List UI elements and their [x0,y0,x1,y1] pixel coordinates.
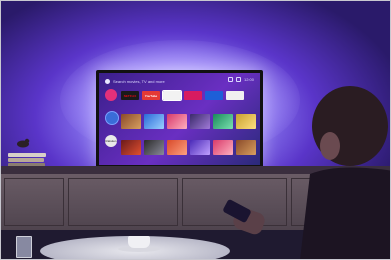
tv-clock: 12:00 [243,77,254,82]
book-stack [8,152,46,167]
input-icon [227,77,233,82]
content-thumbnail [236,140,256,155]
tv-content-row [121,140,256,155]
tv-app-row: NETFLIX YouTube [121,90,244,101]
tv-side-column: Rakuten [105,89,119,147]
content-thumbnail [121,114,141,129]
app-tile [226,91,244,100]
book [8,153,46,157]
tv-search-bar: Search movies, TV and more [105,77,215,85]
living-room-scene: Search movies, TV and more 12:00 Rakuten… [0,0,391,260]
content-thumbnail [167,140,187,155]
content-thumbnail [190,140,210,155]
youtube-tile: YouTube [142,91,160,100]
content-thumbnail [144,140,164,155]
person-silhouette [300,84,391,260]
app-tile [205,91,223,100]
netflix-tile: NETFLIX [121,91,139,100]
cabinet-drawer [4,178,64,226]
bird-figurine [16,136,30,148]
coffee-cup [128,236,150,248]
content-thumbnail [213,114,233,129]
tv-top-icons: 12:00 [227,77,254,82]
apps-icon [105,89,117,101]
content-thumbnail [236,114,256,129]
content-thumbnail [144,114,164,129]
settings-icon [235,77,241,82]
tv-content-row [121,114,256,129]
content-thumbnail [190,114,210,129]
drinking-glass [16,236,32,258]
content-thumbnail [213,140,233,155]
cabinet-drawer [68,178,178,226]
book [8,158,44,162]
content-thumbnail [167,114,187,129]
microphone-icon [105,78,110,84]
content-thumbnail [121,140,141,155]
rakuten-label: Rakuten [105,139,117,143]
play-next-icon [105,111,119,125]
tv-search-text: Search movies, TV and more [113,78,165,84]
app-tile [162,90,182,101]
tv-screen: Search movies, TV and more 12:00 Rakuten… [99,73,260,165]
app-tile [184,91,202,100]
rakuten-icon: Rakuten [105,135,117,147]
television: Search movies, TV and more 12:00 Rakuten… [96,70,263,168]
